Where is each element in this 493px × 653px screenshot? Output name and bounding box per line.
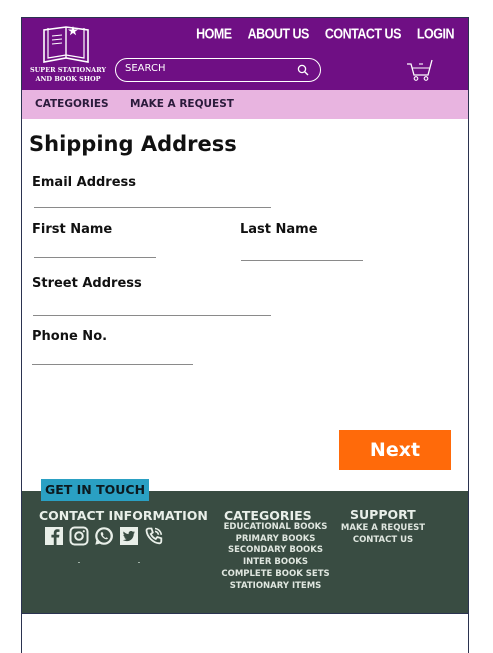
page-title: Shipping Address: [29, 132, 237, 156]
make-request-link[interactable]: MAKE A REQUEST: [130, 98, 234, 110]
site-logo[interactable]: SUPER STATIONARY AND BOOK SHOP: [28, 24, 106, 88]
instagram-icon[interactable]: [69, 526, 89, 546]
footer-categories-list: EDUCATIONAL BOOKS PRIMARY BOOKS SECONDAR…: [214, 522, 337, 592]
footer-category-link[interactable]: COMPLETE BOOK SETS: [214, 569, 337, 581]
footer-category-link[interactable]: PRIMARY BOOKS: [214, 534, 337, 546]
footer-category-link[interactable]: SECONDARY BOOKS: [214, 545, 337, 557]
footer-make-request-link[interactable]: MAKE A REQUEST: [340, 523, 426, 535]
footer-category-link[interactable]: INTER BOOKS: [214, 557, 337, 569]
email-label: Email Address: [32, 175, 137, 190]
nav-login[interactable]: LOGIN: [417, 26, 455, 42]
whatsapp-icon[interactable]: [94, 526, 114, 546]
search-box: [115, 58, 321, 82]
main-nav: HOME ABOUT US CONTACT US LOGIN: [196, 26, 455, 42]
social-icons: [44, 526, 164, 546]
nav-contact-us[interactable]: CONTACT US: [325, 26, 402, 42]
email-field[interactable]: [34, 192, 271, 208]
last-name-field[interactable]: [241, 245, 363, 261]
categories-heading: CATEGORIES: [224, 508, 312, 523]
nav-about-us[interactable]: ABOUT US: [248, 26, 310, 42]
first-name-label: First Name: [32, 222, 113, 237]
phone-field[interactable]: [32, 349, 193, 365]
street-address-field[interactable]: [33, 300, 271, 316]
brand-name: SUPER STATIONARY AND BOOK SHOP: [28, 66, 108, 84]
facebook-icon[interactable]: [44, 526, 64, 546]
phone-label: Phone No.: [32, 329, 108, 344]
category-bar: CATEGORIES MAKE A REQUEST: [22, 90, 468, 119]
site-header: SUPER STATIONARY AND BOOK SHOP HOME ABOU…: [22, 18, 468, 90]
first-name-field[interactable]: [34, 242, 156, 258]
categories-link[interactable]: CATEGORIES: [35, 98, 109, 110]
next-button[interactable]: Next: [339, 430, 451, 470]
twitter-icon[interactable]: [119, 526, 139, 546]
footer-category-link[interactable]: STATIONARY ITEMS: [214, 581, 337, 593]
footer-contact-us-link[interactable]: CONTACT US: [340, 535, 426, 547]
phone-icon[interactable]: [144, 526, 164, 546]
open-book-icon: [43, 26, 89, 63]
brand-line-2: AND BOOK SHOP: [35, 75, 101, 83]
get-in-touch-badge[interactable]: GET IN TOUCH: [41, 479, 149, 501]
search-input[interactable]: [125, 63, 285, 74]
street-label: Street Address: [32, 276, 142, 291]
footer-category-link[interactable]: EDUCATIONAL BOOKS: [214, 522, 337, 534]
support-heading: SUPPORT: [350, 507, 416, 522]
last-name-label: Last Name: [240, 222, 318, 237]
footer-support-list: MAKE A REQUEST CONTACT US: [340, 523, 426, 546]
contact-info-heading: CONTACT INFORMATION: [39, 508, 208, 523]
search-icon[interactable]: [297, 64, 309, 76]
footer-dot: [78, 562, 80, 563]
footer-divider: [22, 613, 468, 614]
nav-home[interactable]: HOME: [196, 26, 232, 42]
brand-line-1: SUPER STATIONARY: [29, 66, 107, 74]
footer-dot: [138, 562, 140, 563]
cart-icon[interactable]: [406, 56, 434, 82]
